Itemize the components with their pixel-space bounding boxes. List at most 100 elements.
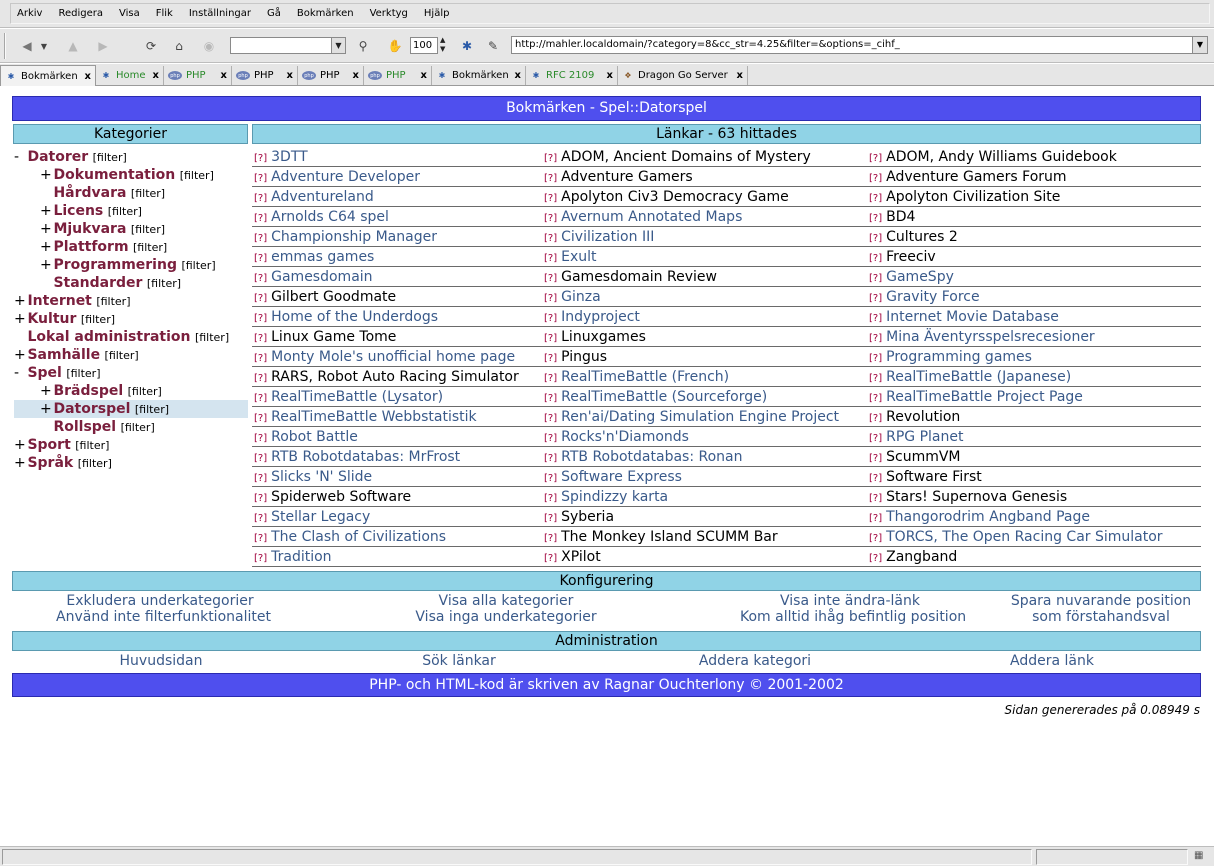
reload-icon[interactable]: ⟳ — [140, 35, 162, 57]
bookmark-link[interactable]: Stars! Supernova Genesis — [886, 489, 1067, 505]
category-filter-link[interactable]: [filter] — [81, 313, 115, 326]
link-info-marker[interactable]: [?] — [869, 393, 882, 404]
bookmark-link[interactable]: Adventure Gamers — [561, 169, 693, 185]
bookmark-link[interactable]: ADOM, Ancient Domains of Mystery — [561, 149, 811, 165]
show-no-subcategories-link[interactable]: Visa inga underkategorier — [406, 609, 606, 625]
no-filter-link[interactable]: Använd inte filterfunktionalitet — [56, 609, 271, 625]
menu-item[interactable]: Arkiv — [17, 8, 42, 19]
category-filter-link[interactable]: [filter] — [131, 223, 165, 236]
bookmark-link[interactable]: Adventureland — [271, 189, 374, 205]
category-link[interactable]: Programmering — [53, 257, 177, 273]
up-icon[interactable]: ▲ — [62, 35, 84, 57]
link-info-marker[interactable]: [?] — [869, 513, 882, 524]
category-link[interactable]: Rollspel — [53, 419, 116, 435]
bookmark-link[interactable]: Revolution — [886, 409, 960, 425]
link-info-marker[interactable]: [?] — [544, 173, 557, 184]
menu-item[interactable]: Flik — [156, 8, 173, 19]
tab[interactable]: php PHP x — [232, 66, 298, 85]
close-icon[interactable]: x — [607, 70, 613, 81]
link-info-marker[interactable]: [?] — [544, 333, 557, 344]
hand-icon[interactable]: ✋ — [384, 35, 406, 57]
category-link[interactable]: Brädspel — [53, 383, 123, 399]
link-info-marker[interactable]: [?] — [544, 553, 557, 564]
bookmark-link[interactable]: Freeciv — [886, 249, 936, 265]
category-filter-link[interactable]: [filter] — [133, 241, 167, 254]
tab[interactable]: php PHP x — [164, 66, 232, 85]
link-info-marker[interactable]: [?] — [869, 413, 882, 424]
menu-item[interactable]: Inställningar — [189, 8, 251, 19]
tab[interactable]: ✱ Bokmärken x — [0, 65, 96, 86]
bookmark-link[interactable]: emmas games — [271, 249, 374, 265]
link-info-marker[interactable]: [?] — [254, 153, 267, 164]
home-page-link[interactable]: Huvudsidan — [100, 653, 222, 669]
category-link[interactable]: Lokal administration — [27, 329, 190, 345]
link-info-marker[interactable]: [?] — [869, 233, 882, 244]
add-link-link[interactable]: Addera länk — [990, 653, 1114, 669]
menu-item[interactable]: Gå — [267, 8, 281, 19]
link-info-marker[interactable]: [?] — [869, 153, 882, 164]
category-link[interactable]: Internet — [27, 293, 91, 309]
link-info-marker[interactable]: [?] — [254, 393, 267, 404]
clear-location-icon[interactable]: ✎ — [482, 35, 504, 57]
category-link[interactable]: Kultur — [27, 311, 76, 327]
toolbar-grip[interactable] — [4, 33, 10, 59]
category-filter-link[interactable]: [filter] — [105, 349, 139, 362]
category-link[interactable]: Sport — [27, 437, 70, 453]
link-info-marker[interactable]: [?] — [869, 533, 882, 544]
bookmark-link[interactable]: RealTimeBattle (French) — [561, 369, 729, 385]
category-filter-link[interactable]: [filter] — [180, 169, 214, 182]
category-filter-link[interactable]: [filter] — [131, 187, 165, 200]
expand-icon[interactable]: + — [40, 220, 52, 238]
bookmark-link[interactable]: Ginza — [561, 289, 601, 305]
bookmark-link[interactable]: Spindizzy karta — [561, 489, 668, 505]
link-info-marker[interactable]: [?] — [254, 453, 267, 464]
link-info-marker[interactable]: [?] — [544, 393, 557, 404]
link-info-marker[interactable]: [?] — [544, 193, 557, 204]
bookmark-link[interactable]: Adventure Developer — [271, 169, 420, 185]
bookmark-link[interactable]: Exult — [561, 249, 596, 265]
bookmark-link[interactable]: Indyproject — [561, 309, 640, 325]
link-info-marker[interactable]: [?] — [254, 173, 267, 184]
bookmark-link[interactable]: Stellar Legacy — [271, 509, 370, 525]
category-filter-link[interactable]: [filter] — [93, 151, 127, 164]
security-icon[interactable]: ▦ — [1194, 850, 1210, 864]
category-link[interactable]: Plattform — [53, 239, 128, 255]
bookmark-link[interactable]: Monty Mole's unofficial home page — [271, 349, 515, 365]
bookmark-link[interactable]: Home of the Underdogs — [271, 309, 438, 325]
category-filter-link[interactable]: [filter] — [121, 421, 155, 434]
bookmark-link[interactable]: RealTimeBattle Project Page — [886, 389, 1083, 405]
bookmark-link[interactable]: Linuxgames — [561, 329, 646, 345]
category-filter-link[interactable]: [filter] — [78, 457, 112, 470]
link-info-marker[interactable]: [?] — [254, 253, 267, 264]
bookmark-link[interactable]: RealTimeBattle (Lysator) — [271, 389, 443, 405]
bookmark-link[interactable]: Zangband — [886, 549, 957, 565]
link-info-marker[interactable]: [?] — [869, 373, 882, 384]
link-info-marker[interactable]: [?] — [254, 373, 267, 384]
menu-item[interactable]: Visa — [119, 8, 140, 19]
bookmark-link[interactable]: Spiderweb Software — [271, 489, 411, 505]
link-info-marker[interactable]: [?] — [254, 233, 267, 244]
zoom-up-icon[interactable]: ▲ — [440, 36, 450, 45]
link-info-marker[interactable]: [?] — [544, 233, 557, 244]
save-position-link[interactable]: Spara nuvarande position som förstahands… — [996, 593, 1206, 625]
bookmark-link[interactable]: ScummVM — [886, 449, 960, 465]
close-icon[interactable]: x — [85, 71, 91, 82]
bookmark-link[interactable]: RPG Planet — [886, 429, 963, 445]
link-info-marker[interactable]: [?] — [869, 213, 882, 224]
link-info-marker[interactable]: [?] — [254, 413, 267, 424]
bookmark-link[interactable]: RTB Robotdatabas: Ronan — [561, 449, 742, 465]
category-filter-link[interactable]: [filter] — [135, 403, 169, 416]
link-info-marker[interactable]: [?] — [869, 433, 882, 444]
expand-icon[interactable]: + — [40, 238, 52, 256]
expand-icon[interactable]: + — [40, 256, 52, 274]
tab[interactable]: ✱ Bokmärken x — [432, 66, 526, 85]
bookmark-link[interactable]: The Monkey Island SCUMM Bar — [561, 529, 778, 545]
bookmark-link[interactable]: Rocks'n'Diamonds — [561, 429, 689, 445]
link-info-marker[interactable]: [?] — [544, 313, 557, 324]
link-info-marker[interactable]: [?] — [544, 153, 557, 164]
link-info-marker[interactable]: [?] — [254, 473, 267, 484]
link-info-marker[interactable]: [?] — [254, 293, 267, 304]
menu-item[interactable]: Hjälp — [424, 8, 450, 19]
menu-item[interactable]: Verktyg — [370, 8, 408, 19]
bookmark-link[interactable]: Apolyton Civilization Site — [886, 189, 1060, 205]
